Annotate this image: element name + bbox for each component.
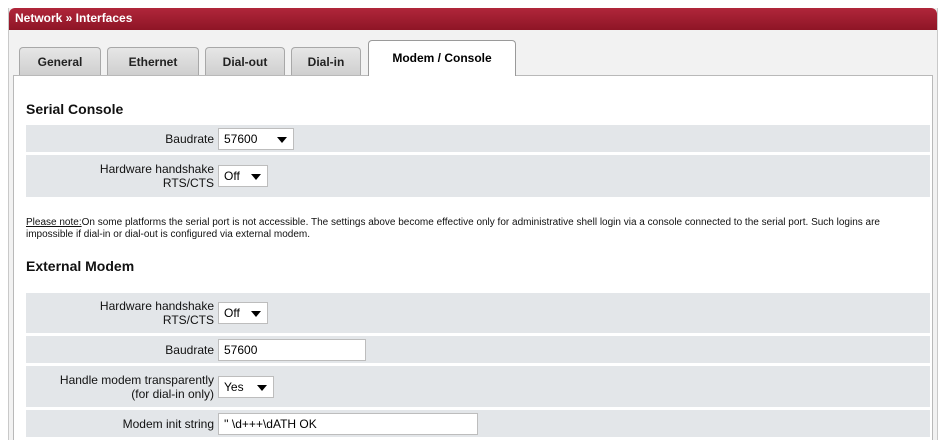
chevron-down-icon — [277, 136, 287, 143]
modem-baudrate-row: Baudrate — [26, 336, 930, 363]
chevron-down-icon — [251, 311, 261, 317]
serial-handshake-label: Hardware handshake RTS/CTS — [99, 162, 214, 190]
tab-bar: General Ethernet Dial-out Dial-in Modem … — [9, 30, 937, 76]
modem-handshake-label: Hardware handshake RTS/CTS — [99, 299, 214, 327]
tab-content: Serial Console Baudrate 57600 Hardware h… — [13, 75, 933, 440]
modem-baudrate-input[interactable] — [218, 338, 366, 361]
serial-handshake-row: Hardware handshake RTS/CTS Off — [26, 155, 930, 197]
breadcrumb: Network » Interfaces — [9, 8, 937, 30]
serial-baudrate-label: Baudrate — [165, 131, 214, 146]
modem-baudrate-label: Baudrate — [165, 342, 214, 357]
section-title-serial-console: Serial Console — [26, 101, 124, 117]
modem-init-label: Modem init string — [122, 416, 214, 431]
tab-modem-console[interactable]: Modem / Console — [368, 40, 516, 76]
modem-init-input[interactable] — [218, 412, 478, 435]
section-title-external-modem: External Modem — [26, 258, 135, 274]
tab-ethernet[interactable]: Ethernet — [107, 47, 199, 75]
tab-dial-in[interactable]: Dial-in — [291, 47, 361, 75]
modem-handshake-row: Hardware handshake RTS/CTS Off — [26, 293, 930, 333]
modem-init-row: Modem init string — [26, 410, 930, 437]
serial-handshake-select[interactable]: Off — [218, 165, 268, 187]
modem-transparent-row: Handle modem transparently (for dial-in … — [26, 366, 930, 407]
serial-baudrate-select[interactable]: 57600 — [218, 127, 294, 150]
modem-transparent-select[interactable]: Yes — [218, 375, 274, 398]
chevron-down-icon — [251, 174, 261, 180]
serial-baudrate-row: Baudrate 57600 — [26, 125, 930, 152]
modem-transparent-label: Handle modem transparently (for dial-in … — [59, 372, 214, 401]
tab-general[interactable]: General — [19, 47, 101, 75]
note-text: Please note:On some platforms the serial… — [26, 217, 880, 240]
modem-handshake-select[interactable]: Off — [218, 302, 268, 324]
tab-dial-out[interactable]: Dial-out — [205, 47, 285, 75]
interfaces-panel: Network » Interfaces General Ethernet Di… — [8, 8, 938, 440]
chevron-down-icon — [257, 384, 267, 391]
